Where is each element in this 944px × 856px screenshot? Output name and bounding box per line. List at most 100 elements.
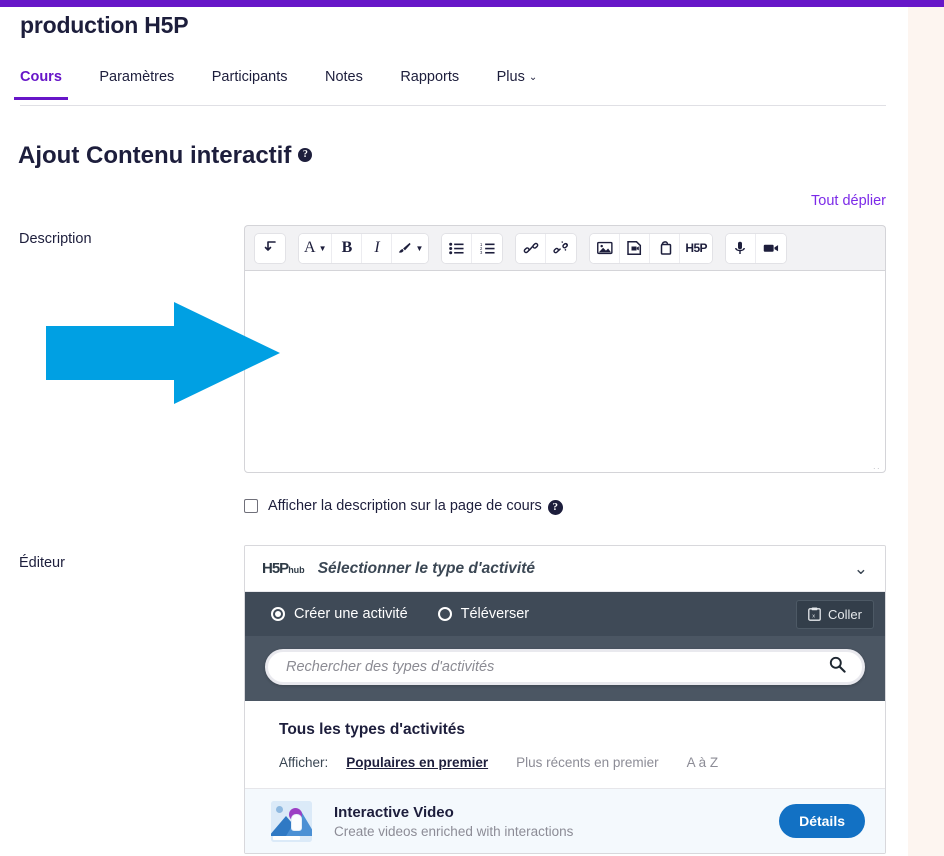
chevron-down-icon: ⌄ bbox=[528, 72, 538, 83]
toolbar-group-format: A ▼ B I ▼ bbox=[298, 232, 430, 264]
tab-notes-label: Notes bbox=[324, 69, 363, 85]
search-field-wrap bbox=[265, 649, 865, 685]
radio-unselected-icon bbox=[437, 607, 452, 621]
radio-create-activity[interactable]: Créer une activité bbox=[271, 606, 408, 622]
help-icon[interactable]: ? bbox=[298, 147, 313, 162]
tab-notes[interactable]: Notes bbox=[325, 62, 363, 99]
brush-glyph bbox=[399, 242, 412, 253]
toolbar-group-record bbox=[724, 232, 787, 264]
image-glyph bbox=[596, 241, 613, 255]
ordered-list-glyph: 1 2 3 bbox=[480, 242, 495, 255]
h5p-hub-search-zone bbox=[245, 636, 885, 701]
search-icon[interactable] bbox=[829, 656, 846, 678]
h5p-text: H5P bbox=[685, 241, 707, 255]
paragraph-style-icon[interactable] bbox=[255, 233, 285, 263]
radio-upload-label: Téléverser bbox=[460, 606, 530, 622]
h5p-hub-title: Sélectionner le type d'activité bbox=[317, 559, 536, 577]
editor-label: Éditeur bbox=[19, 555, 65, 571]
insert-image-icon[interactable] bbox=[590, 233, 621, 263]
video-camera-glyph bbox=[763, 244, 779, 252]
tab-rapports[interactable]: Rapports bbox=[400, 62, 459, 99]
brand-top-bar bbox=[0, 0, 944, 7]
chevron-down-icon: ▼ bbox=[318, 243, 327, 253]
description-textarea[interactable] bbox=[244, 270, 886, 473]
all-activity-types-title: Tous les types d'activités bbox=[279, 721, 466, 738]
list-item[interactable]: Interactive Video Create videos enriched… bbox=[245, 789, 885, 853]
tab-participants-label: Participants bbox=[211, 69, 288, 85]
tab-cours[interactable]: Cours bbox=[14, 62, 68, 100]
show-description-checkbox[interactable] bbox=[244, 499, 258, 513]
link-glyph bbox=[523, 242, 539, 254]
course-nav-tabs: Cours Paramètres Participants Notes Rapp… bbox=[14, 62, 886, 106]
chevron-down-icon: ▼ bbox=[415, 243, 424, 253]
main-content: production H5P Cours Paramètres Particip… bbox=[0, 7, 908, 856]
show-description-label: Afficher la description sur la page de c… bbox=[268, 498, 542, 514]
italic-icon[interactable]: I bbox=[362, 233, 393, 263]
filter-newest-first[interactable]: Plus récents en premier bbox=[516, 755, 659, 770]
description-editor: A ▼ B I ▼ 1 2 3 H5P bbox=[244, 225, 886, 473]
tab-parametres-label: Paramètres bbox=[99, 69, 175, 85]
course-title: production H5P bbox=[20, 12, 189, 38]
h5p-hub-mode-bar: Créer une activité Téléverser x Coller bbox=[245, 592, 885, 636]
bold-icon[interactable]: B bbox=[332, 233, 363, 263]
tab-participants[interactable]: Participants bbox=[212, 62, 288, 99]
highlight-brush-icon[interactable]: ▼ bbox=[392, 233, 429, 263]
resize-handle[interactable] bbox=[868, 455, 882, 469]
h5p-hub-logo: H5Phub bbox=[262, 560, 305, 577]
filter-popular-first[interactable]: Populaires en premier bbox=[346, 755, 488, 770]
activity-info: Interactive Video Create videos enriched… bbox=[334, 804, 779, 839]
h5p-logo-sub: hub bbox=[288, 565, 305, 575]
toolbar-group-links bbox=[515, 232, 578, 264]
magnifier-glyph bbox=[829, 656, 846, 673]
clipboard-icon: x bbox=[808, 607, 821, 621]
h5p-hub-header: H5Phub Sélectionner le type d'activité ⌄ bbox=[245, 546, 885, 592]
radio-upload[interactable]: Téléverser bbox=[437, 606, 530, 622]
page-title-text: Ajout Contenu interactif bbox=[18, 142, 292, 169]
bullet-list-glyph bbox=[449, 242, 464, 254]
tab-parametres[interactable]: Paramètres bbox=[99, 62, 174, 99]
record-audio-icon[interactable] bbox=[725, 233, 756, 263]
expand-all-link[interactable]: Tout déplier bbox=[811, 193, 886, 209]
unlink-icon[interactable] bbox=[546, 233, 577, 263]
files-glyph bbox=[661, 241, 672, 255]
media-file-glyph bbox=[627, 241, 642, 255]
interactive-video-thumbnail-icon bbox=[271, 800, 312, 842]
numbered-list-icon[interactable]: 1 2 3 bbox=[472, 233, 503, 263]
h5p-hub-body: Tous les types d'activités Afficher: Pop… bbox=[245, 701, 885, 853]
filter-a-to-z[interactable]: A à Z bbox=[687, 755, 719, 770]
radio-selected-icon bbox=[271, 607, 285, 621]
toolbar-group-media: H5P bbox=[589, 232, 713, 264]
screenshot-root: production H5P Cours Paramètres Particip… bbox=[0, 0, 944, 856]
paragraph-return-glyph bbox=[264, 241, 276, 251]
search-input[interactable] bbox=[284, 658, 823, 676]
bulleted-list-icon[interactable] bbox=[442, 233, 473, 263]
paste-button-label: Coller bbox=[828, 606, 862, 622]
toolbar-group-paragraph bbox=[254, 232, 286, 264]
toolbar-group-lists: 1 2 3 bbox=[441, 232, 504, 264]
h5p-hub-panel: H5Phub Sélectionner le type d'activité ⌄… bbox=[244, 545, 886, 854]
right-side-panel-strip bbox=[908, 7, 944, 856]
microphone-glyph bbox=[735, 241, 746, 254]
insert-h5p-icon[interactable]: H5P bbox=[680, 233, 712, 263]
svg-text:3: 3 bbox=[480, 250, 483, 255]
record-video-icon[interactable] bbox=[755, 233, 786, 263]
tab-plus[interactable]: Plus ⌄ bbox=[497, 62, 538, 99]
activity-description: Create videos enriched with interactions bbox=[334, 823, 574, 839]
activity-title: Interactive Video bbox=[334, 803, 454, 821]
description-label: Description bbox=[19, 231, 92, 247]
details-button[interactable]: Détails bbox=[779, 804, 865, 838]
h5p-logo-main: H5P bbox=[262, 560, 289, 577]
page-title: Ajout Contenu interactif? bbox=[18, 142, 313, 170]
insert-media-icon[interactable] bbox=[620, 233, 651, 263]
tab-plus-label: Plus bbox=[496, 69, 525, 85]
filter-label: Afficher: bbox=[279, 755, 329, 770]
help-icon[interactable]: ? bbox=[547, 499, 563, 515]
insert-link-icon[interactable] bbox=[516, 233, 547, 263]
chevron-down-icon[interactable]: ⌄ bbox=[854, 559, 868, 579]
font-family-icon[interactable]: A ▼ bbox=[299, 233, 333, 263]
tab-rapports-label: Rapports bbox=[400, 69, 460, 85]
manage-files-icon[interactable] bbox=[650, 233, 681, 263]
svg-text:x: x bbox=[812, 613, 815, 619]
paste-button[interactable]: x Coller bbox=[796, 599, 874, 629]
show-description-row: Afficher la description sur la page de c… bbox=[244, 498, 563, 515]
